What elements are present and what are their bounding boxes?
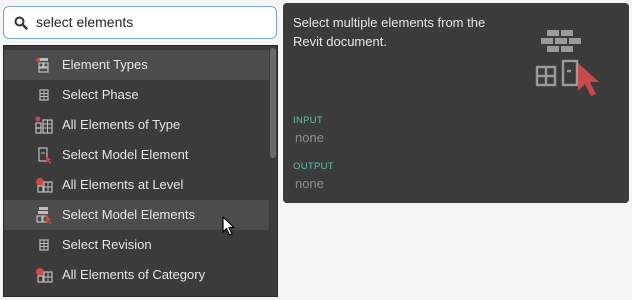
input-value: none [295, 130, 324, 145]
list-item-all-elements-of-type[interactable]: All Elements of Type [4, 110, 270, 140]
all-elements-of-type-icon [35, 116, 53, 134]
list-item-all-elements-of-category[interactable]: All Elements of Category [4, 260, 270, 290]
all-elements-of-category-icon [36, 268, 53, 283]
list-item-label: Select Model Elements [62, 207, 195, 222]
search-box[interactable] [3, 6, 277, 39]
list-item-label: Select Model Element [62, 147, 189, 162]
list-item-select-phase[interactable]: Select Phase [4, 80, 270, 110]
node-description: Select multiple elements from the Revit … [293, 15, 486, 49]
all-elements-at-level-icon [36, 178, 53, 193]
input-label: INPUT [293, 115, 323, 126]
select-revision-icon [39, 239, 49, 251]
scrollbar-thumb[interactable] [270, 48, 276, 158]
list-item-label: Element Types [62, 57, 148, 72]
list-item-label: All Elements of Type [62, 117, 181, 132]
output-label: OUTPUT [293, 161, 334, 172]
search-icon [14, 16, 28, 30]
list-item-label: Select Phase [62, 87, 139, 102]
select-model-element-icon [38, 147, 52, 164]
list-item-label: All Elements at Level [62, 177, 184, 192]
search-input[interactable] [36, 7, 266, 38]
list-item-label: All Elements of Category [62, 267, 206, 282]
select-model-elements-node-icon [535, 30, 599, 96]
list-item-label: Select Revision [62, 237, 152, 252]
search-results-list: Element Types Select Phase All Elements … [3, 45, 278, 297]
list-item-element-types[interactable]: Element Types [4, 50, 270, 80]
scrollbar[interactable] [269, 46, 277, 296]
select-model-elements-icon [36, 207, 52, 224]
list-item-select-model-element[interactable]: Select Model Element [4, 140, 270, 170]
output-value: none [295, 176, 324, 191]
select-phase-icon [39, 89, 49, 101]
list-item-all-elements-at-level[interactable]: All Elements at Level [4, 170, 270, 200]
node-info-panel: Select multiple elements from the Revit … [283, 3, 629, 203]
mouse-pointer-icon [222, 216, 235, 236]
element-types-icon [36, 58, 49, 73]
